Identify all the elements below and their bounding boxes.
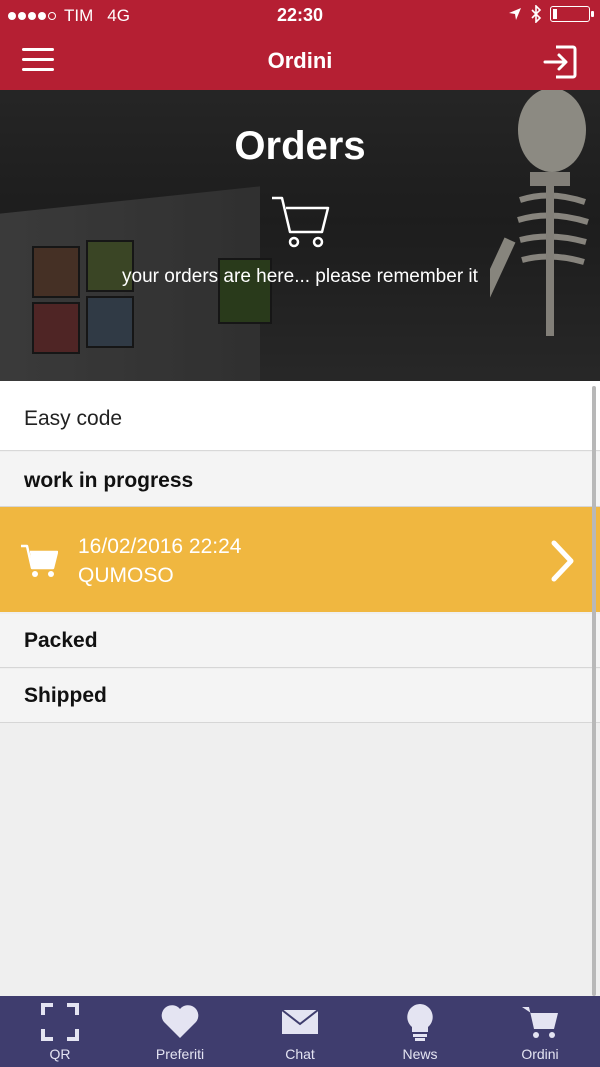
status-right	[508, 5, 594, 23]
hero-banner: Orders your orders are here... please re…	[0, 90, 600, 381]
tab-chat[interactable]: Chat	[240, 996, 360, 1067]
easy-code-field[interactable]: Easy code	[0, 381, 600, 451]
tab-label: Chat	[285, 1046, 315, 1062]
qr-scan-icon	[41, 1003, 79, 1041]
tab-bar: QR Preferiti Chat News Ordini	[0, 996, 600, 1067]
section-packed[interactable]: Packed	[0, 614, 600, 668]
tab-label: News	[402, 1046, 438, 1062]
logout-icon[interactable]	[542, 44, 578, 80]
tab-label: QR	[49, 1046, 71, 1062]
chevron-right-icon	[551, 540, 574, 582]
envelope-icon	[281, 1009, 319, 1034]
hero-subtitle: your orders are here... please remember …	[122, 266, 478, 287]
tab-label: Ordini	[521, 1046, 559, 1062]
order-code: QUMOSO	[78, 564, 174, 587]
battery-icon	[550, 6, 594, 22]
lightbulb-icon	[407, 1004, 433, 1041]
order-row[interactable]: 16/02/2016 22:24 QUMOSO	[0, 507, 600, 612]
section-shipped[interactable]: Shipped	[0, 669, 600, 723]
tab-ordini[interactable]: Ordini	[480, 996, 600, 1067]
status-bar: TIM 4G 22:30	[0, 0, 600, 32]
cart-icon	[272, 196, 330, 248]
bluetooth-icon	[531, 5, 542, 23]
page-title: Ordini	[267, 48, 333, 73]
tab-qr[interactable]: QR	[0, 996, 120, 1067]
tab-label: Preferiti	[155, 1046, 205, 1062]
location-arrow-icon	[509, 8, 521, 20]
heart-icon	[161, 1005, 199, 1038]
scrollbar[interactable]	[592, 386, 596, 996]
tab-preferiti[interactable]: Preferiti	[120, 996, 240, 1067]
cart-icon	[522, 1007, 558, 1038]
cart-icon	[21, 544, 58, 577]
hero-title: Orders	[234, 124, 366, 168]
tab-news[interactable]: News	[360, 996, 480, 1067]
section-work-in-progress[interactable]: work in progress	[0, 452, 600, 507]
nav-bar: Ordini	[0, 32, 600, 90]
order-date: 16/02/2016 22:24	[78, 535, 242, 558]
